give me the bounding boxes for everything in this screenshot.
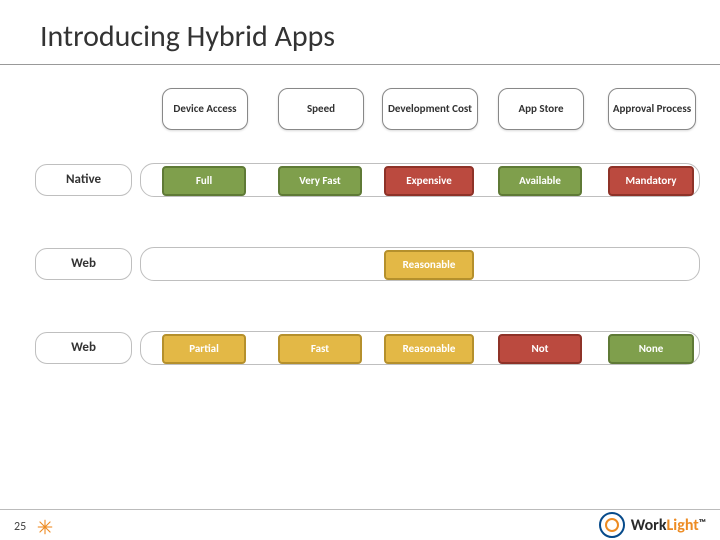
col-header-speed: Speed (278, 88, 364, 130)
row-label-native: Native (35, 164, 132, 196)
logo-circle-icon (599, 512, 625, 538)
cell-web2-cost: Reasonable (384, 334, 474, 364)
col-header-device-access: Device Access (162, 88, 248, 130)
cell-web2-speed: Fast (278, 334, 362, 364)
footer: 25 WorkLight™ (0, 509, 720, 540)
title-underline (0, 64, 720, 65)
logo-text-light: Light (667, 516, 699, 535)
col-header-dev-cost: Development Cost (382, 88, 478, 130)
spark-icon (36, 518, 54, 536)
slide-title: Introducing Hybrid Apps (40, 18, 335, 55)
row-label-web-1: Web (35, 248, 132, 280)
cell-web2-store: Not (498, 334, 582, 364)
cell-native-store: Available (498, 166, 582, 196)
cell-web1-cost: Reasonable (384, 250, 474, 280)
logo-text-work: Work (631, 516, 667, 535)
cell-web2-device: Partial (162, 334, 246, 364)
cell-native-approval: Mandatory (608, 166, 694, 196)
col-header-approval: Approval Process (608, 88, 696, 130)
row-label-web-2: Web (35, 332, 132, 364)
page-number: 25 (14, 520, 26, 534)
cell-web2-approval: None (608, 334, 694, 364)
cell-native-cost: Expensive (384, 166, 474, 196)
logo-text: WorkLight™ (631, 516, 706, 535)
cell-native-speed: Very Fast (278, 166, 362, 196)
cell-native-device: Full (162, 166, 246, 196)
worklight-logo: WorkLight™ (599, 512, 706, 538)
col-header-app-store: App Store (498, 88, 584, 130)
